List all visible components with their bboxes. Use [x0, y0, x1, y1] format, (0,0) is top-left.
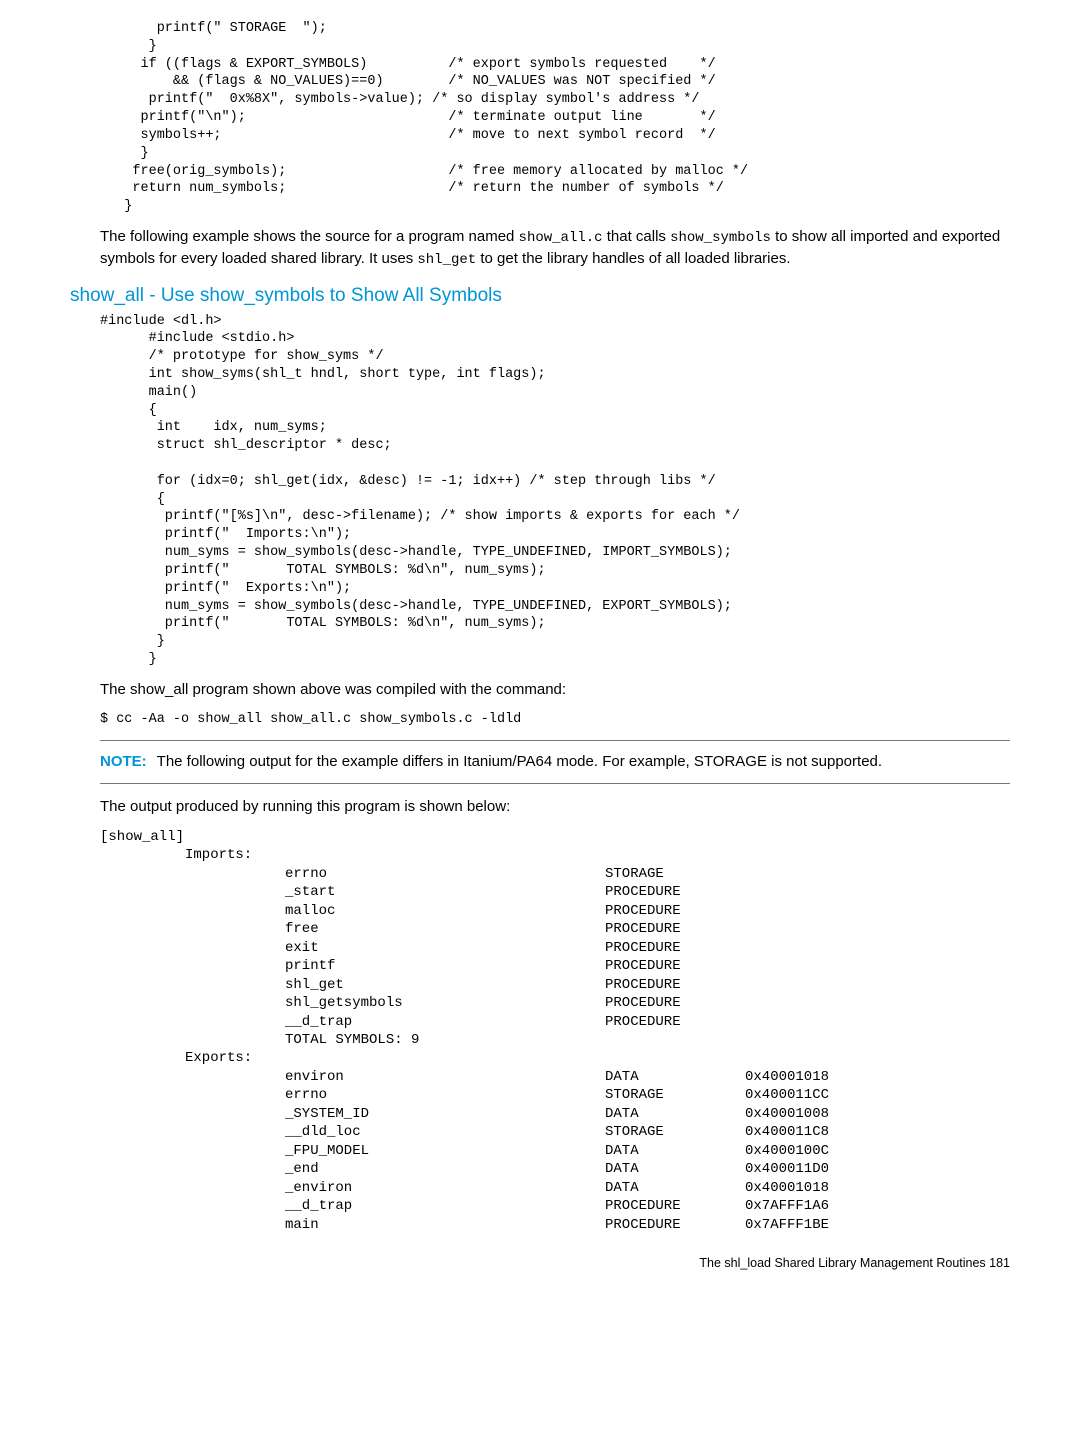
symbol-type: PROCEDURE: [605, 957, 745, 975]
table-row: _environDATA0x40001018: [100, 1179, 1010, 1197]
inline-code: show_symbols: [670, 230, 771, 246]
symbol-name: exit: [285, 939, 605, 957]
inline-code: shl_get: [417, 252, 476, 268]
page-footer: The shl_load Shared Library Management R…: [100, 1256, 1010, 1270]
label: Imports:: [185, 846, 252, 864]
total-symbols: TOTAL SYMBOLS: 9: [100, 1031, 1010, 1049]
exports-heading: Exports:: [100, 1049, 1010, 1067]
symbol-type: PROCEDURE: [605, 976, 745, 994]
section-heading: show_all - Use show_symbols to Show All …: [70, 285, 1010, 307]
symbol-name: printf: [285, 957, 605, 975]
symbol-addr: 0x40001008: [745, 1105, 895, 1123]
table-row: _FPU_MODELDATA0x4000100C: [100, 1142, 1010, 1160]
symbol-type: PROCEDURE: [605, 1216, 745, 1234]
symbol-type: STORAGE: [605, 1123, 745, 1141]
table-row: printfPROCEDURE: [100, 957, 1010, 975]
symbol-type: PROCEDURE: [605, 883, 745, 901]
symbol-type: STORAGE: [605, 1086, 745, 1104]
symbol-name: __d_trap: [285, 1013, 605, 1031]
table-row: _startPROCEDURE: [100, 883, 1010, 901]
text: The following example shows the source f…: [100, 228, 519, 245]
text: to get the library handles of all loaded…: [476, 250, 790, 267]
symbol-name: __dld_loc: [285, 1123, 605, 1141]
symbol-type: PROCEDURE: [605, 1013, 745, 1031]
table-row: errnoSTORAGE: [100, 865, 1010, 883]
symbol-type: PROCEDURE: [605, 902, 745, 920]
table-row: __d_trapPROCEDURE: [100, 1013, 1010, 1031]
symbol-name: free: [285, 920, 605, 938]
symbol-name: malloc: [285, 902, 605, 920]
text: that calls: [603, 228, 671, 245]
table-row: freePROCEDURE: [100, 920, 1010, 938]
table-row: __dld_locSTORAGE0x400011C8: [100, 1123, 1010, 1141]
inline-code: show_all.c: [519, 230, 603, 246]
paragraph-1: The following example shows the source f…: [100, 226, 1010, 271]
paragraph-3: The output produced by running this prog…: [100, 796, 1010, 818]
symbol-addr: 0x40001018: [745, 1068, 895, 1086]
output-header: [show_all]: [100, 828, 1010, 846]
symbol-addr: 0x7AFFF1A6: [745, 1197, 895, 1215]
table-row: exitPROCEDURE: [100, 939, 1010, 957]
symbol-name: _start: [285, 883, 605, 901]
symbol-type: PROCEDURE: [605, 920, 745, 938]
symbol-type: PROCEDURE: [605, 1197, 745, 1215]
symbol-addr: 0x400011D0: [745, 1160, 895, 1178]
table-row: environDATA0x40001018: [100, 1068, 1010, 1086]
table-row: shl_getsymbolsPROCEDURE: [100, 994, 1010, 1012]
symbol-type: STORAGE: [605, 865, 745, 883]
symbol-addr: 0x4000100C: [745, 1142, 895, 1160]
symbol-name: shl_getsymbols: [285, 994, 605, 1012]
note-block: NOTE: The following output for the exampl…: [100, 740, 1010, 784]
table-row: _SYSTEM_IDDATA0x40001008: [100, 1105, 1010, 1123]
symbol-name: __d_trap: [285, 1197, 605, 1215]
table-row: mainPROCEDURE0x7AFFF1BE: [100, 1216, 1010, 1234]
table-row: mallocPROCEDURE: [100, 902, 1010, 920]
symbol-name: _environ: [285, 1179, 605, 1197]
note-label: NOTE:: [100, 753, 147, 770]
output-block: [show_all] Imports: errnoSTORAGE_startPR…: [100, 828, 1010, 1234]
table-row: shl_getPROCEDURE: [100, 976, 1010, 994]
symbol-type: DATA: [605, 1142, 745, 1160]
symbol-name: _FPU_MODEL: [285, 1142, 605, 1160]
symbol-name: main: [285, 1216, 605, 1234]
symbol-type: PROCEDURE: [605, 939, 745, 957]
symbol-name: _SYSTEM_ID: [285, 1105, 605, 1123]
paragraph-2: The show_all program shown above was com…: [100, 679, 1010, 701]
label: TOTAL SYMBOLS: 9: [285, 1031, 419, 1049]
table-row: __d_trapPROCEDURE0x7AFFF1A6: [100, 1197, 1010, 1215]
symbol-name: environ: [285, 1068, 605, 1086]
symbol-type: DATA: [605, 1068, 745, 1086]
symbol-addr: 0x7AFFF1BE: [745, 1216, 895, 1234]
symbol-name: shl_get: [285, 976, 605, 994]
code-block-2: #include <dl.h> #include <stdio.h> /* pr…: [100, 313, 1010, 669]
table-row: _endDATA0x400011D0: [100, 1160, 1010, 1178]
symbol-name: errno: [285, 865, 605, 883]
symbol-addr: 0x400011C8: [745, 1123, 895, 1141]
table-row: errnoSTORAGE0x400011CC: [100, 1086, 1010, 1104]
command-line: $ cc -Aa -o show_all show_all.c show_sym…: [100, 711, 1010, 729]
note-text: The following output for the example dif…: [157, 753, 882, 770]
symbol-addr: 0x40001018: [745, 1179, 895, 1197]
symbol-type: DATA: [605, 1179, 745, 1197]
symbol-addr: 0x400011CC: [745, 1086, 895, 1104]
code-block-1: printf(" STORAGE "); } if ((flags & EXPO…: [100, 20, 1010, 216]
symbol-type: DATA: [605, 1160, 745, 1178]
symbol-name: _end: [285, 1160, 605, 1178]
symbol-type: DATA: [605, 1105, 745, 1123]
label: Exports:: [185, 1049, 252, 1067]
imports-heading: Imports:: [100, 846, 1010, 864]
symbol-name: errno: [285, 1086, 605, 1104]
symbol-type: PROCEDURE: [605, 994, 745, 1012]
